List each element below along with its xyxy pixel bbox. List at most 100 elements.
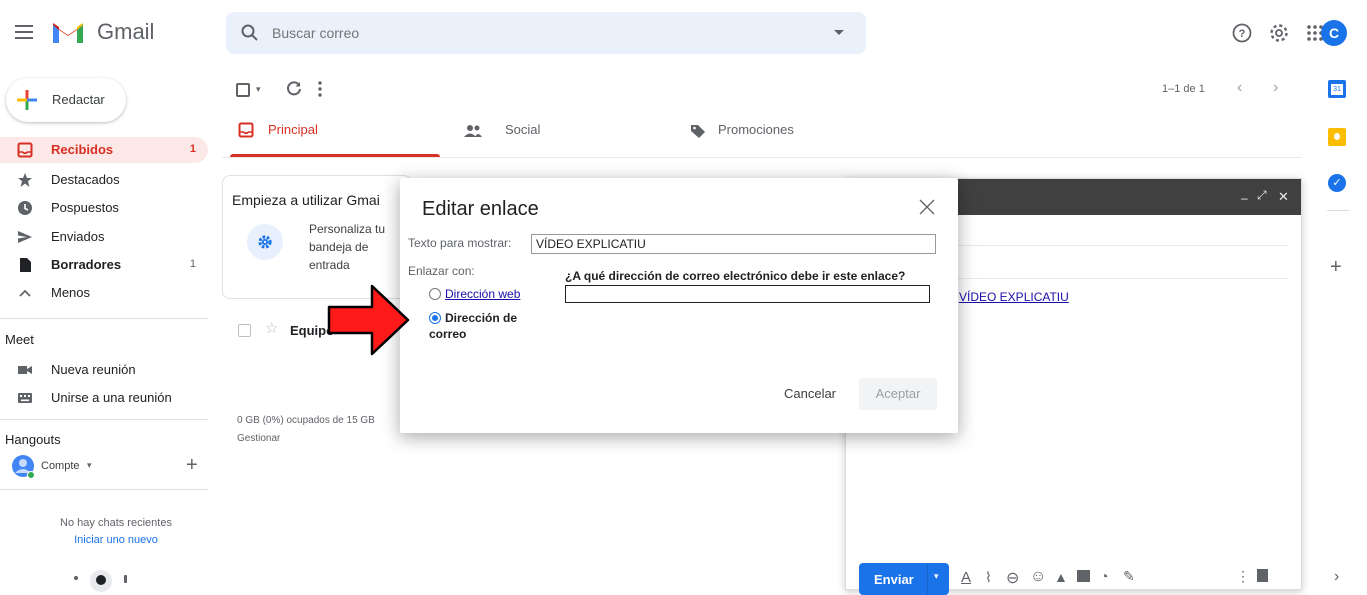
calendar-icon[interactable]: 31 bbox=[1328, 80, 1346, 98]
top-bar: Gmail ? C bbox=[0, 0, 1367, 64]
close-compose-icon[interactable]: ✕ bbox=[1278, 189, 1289, 205]
inbox-icon bbox=[238, 122, 254, 138]
pagination-text: 1–1 de 1 bbox=[1162, 83, 1205, 95]
meet-item-label: Unirse a una reunión bbox=[51, 390, 172, 405]
confidential-mode-icon[interactable]: ◔ bbox=[1100, 568, 1108, 584]
hangouts-user[interactable]: Compte bbox=[41, 460, 80, 472]
recipients-divider bbox=[958, 245, 1288, 246]
keep-icon[interactable] bbox=[1328, 128, 1346, 146]
meet-new-meeting[interactable]: Nueva reunión bbox=[0, 357, 208, 383]
chevron-up-icon bbox=[19, 289, 31, 297]
tab-social[interactable]: Social bbox=[460, 112, 670, 158]
cancel-button[interactable]: Cancelar bbox=[778, 378, 842, 410]
email-address-option-line2[interactable]: correo bbox=[429, 327, 466, 341]
email-address-input[interactable] bbox=[565, 285, 930, 303]
fullscreen-icon[interactable]: ⤢ bbox=[1257, 188, 1267, 203]
sidebar-item-snoozed[interactable]: Pospuestos bbox=[0, 195, 208, 221]
people-icon bbox=[464, 125, 482, 137]
caret-down-icon[interactable]: ▾ bbox=[87, 460, 92, 471]
sidebar-item-less[interactable]: Menos bbox=[0, 280, 208, 306]
accept-button[interactable]: Aceptar bbox=[859, 378, 937, 410]
sidebar-item-starred[interactable]: Destacados bbox=[0, 167, 208, 193]
search-options-icon[interactable] bbox=[834, 30, 844, 35]
help-icon[interactable]: ? bbox=[1231, 22, 1253, 44]
attach-icon[interactable]: ⌇ bbox=[985, 569, 992, 586]
emoji-icon[interactable]: ☺ bbox=[1030, 568, 1046, 586]
side-panel: 31 ✓ + › bbox=[1318, 64, 1367, 590]
hangouts-title: Hangouts bbox=[5, 432, 61, 447]
web-address-option[interactable]: Dirección web bbox=[445, 287, 520, 301]
tab-principal[interactable]: Principal bbox=[230, 112, 440, 158]
sidebar-item-inbox[interactable]: Recibidos 1 bbox=[0, 137, 208, 163]
star-icon bbox=[18, 173, 32, 187]
manage-storage-link[interactable]: Gestionar bbox=[237, 433, 280, 444]
signature-pen-icon[interactable]: ✎ bbox=[1123, 568, 1135, 585]
select-menu-caret-icon[interactable]: ▾ bbox=[256, 84, 261, 95]
body-link[interactable]: VÍDEO EXPLICATIU bbox=[959, 290, 1069, 304]
send-icon bbox=[18, 231, 32, 243]
personalize-line-1[interactable]: Personaliza tu bbox=[309, 222, 385, 236]
gmail-logo-icon[interactable] bbox=[51, 19, 85, 45]
phone-icon[interactable] bbox=[124, 575, 127, 583]
previous-page-icon[interactable]: ‹ bbox=[1237, 79, 1242, 97]
edit-link-dialog: Editar enlace Texto para mostrar: Enlaza… bbox=[400, 178, 958, 433]
minimize-icon[interactable]: – bbox=[1241, 191, 1248, 205]
discard-trash-icon[interactable] bbox=[1257, 569, 1268, 582]
add-chat-plus-icon[interactable]: + bbox=[186, 455, 198, 475]
more-vertical-icon[interactable] bbox=[316, 80, 324, 98]
search-bar[interactable] bbox=[226, 12, 866, 54]
account-avatar[interactable]: C bbox=[1321, 20, 1347, 46]
settings-gear-icon[interactable] bbox=[247, 224, 283, 260]
send-label: Enviar bbox=[874, 572, 914, 587]
getting-started-title: Empieza a utilizar Gmai bbox=[232, 192, 380, 208]
star-outline-icon[interactable]: ☆ bbox=[265, 319, 278, 337]
tag-icon bbox=[691, 125, 705, 138]
insert-photo-icon[interactable] bbox=[1077, 570, 1090, 582]
sidebar-item-drafts[interactable]: Borradores 1 bbox=[0, 252, 208, 278]
subject-divider bbox=[958, 278, 1288, 279]
video-camera-icon bbox=[18, 366, 32, 374]
more-options-icon[interactable]: ⋮ bbox=[1236, 568, 1250, 585]
meet-join-meeting[interactable]: Unirse a una reunión bbox=[0, 385, 208, 411]
no-chats-text: No hay chats recientes bbox=[60, 517, 172, 529]
email-address-radio[interactable] bbox=[429, 312, 441, 324]
display-text-input[interactable] bbox=[531, 234, 936, 254]
divider bbox=[0, 419, 208, 420]
personalize-line-3[interactable]: entrada bbox=[309, 258, 350, 272]
hangouts-avatar[interactable] bbox=[11, 454, 35, 479]
compose-button[interactable]: Redactar bbox=[6, 78, 126, 122]
user-avatar-icon bbox=[12, 455, 35, 479]
row-checkbox[interactable] bbox=[238, 324, 251, 337]
close-icon[interactable] bbox=[918, 198, 936, 216]
email-address-option-line1[interactable]: Dirección de bbox=[445, 311, 517, 325]
web-address-radio[interactable] bbox=[429, 288, 441, 300]
main-menu-icon[interactable] bbox=[14, 22, 34, 42]
search-icon[interactable] bbox=[240, 23, 260, 43]
text-format-icon[interactable]: A bbox=[961, 569, 971, 586]
send-button[interactable]: Enviar ▾ bbox=[859, 563, 949, 595]
clock-icon bbox=[18, 201, 32, 215]
refresh-icon[interactable] bbox=[285, 80, 303, 98]
hangouts-tab-icon[interactable] bbox=[90, 570, 112, 592]
sidebar-item-label: Destacados bbox=[51, 172, 120, 187]
tab-promotions[interactable]: Promociones bbox=[690, 112, 900, 158]
expand-panel-icon[interactable]: › bbox=[1334, 568, 1339, 586]
contacts-icon[interactable] bbox=[74, 576, 78, 580]
start-new-chat-link[interactable]: Iniciar uno nuevo bbox=[0, 534, 232, 546]
drive-icon[interactable]: ▲ bbox=[1054, 569, 1068, 585]
send-options-caret-icon[interactable]: ▾ bbox=[934, 571, 939, 582]
settings-gear-icon[interactable] bbox=[1268, 22, 1290, 44]
inbox-icon bbox=[17, 142, 33, 158]
compose-formatting-toolbar: A ⌇ ⊖ ☺ ▲ ◔ ✎ ⋮ bbox=[961, 568, 1301, 589]
select-all-checkbox[interactable] bbox=[236, 83, 250, 97]
get-addons-plus-icon[interactable]: + bbox=[1330, 257, 1342, 277]
personalize-line-2[interactable]: bandeja de bbox=[309, 240, 368, 254]
tasks-icon[interactable]: ✓ bbox=[1328, 174, 1346, 192]
next-page-icon[interactable]: › bbox=[1273, 79, 1278, 97]
sidebar-item-label: Pospuestos bbox=[51, 200, 119, 215]
keyboard-icon bbox=[18, 393, 32, 403]
search-input[interactable] bbox=[272, 22, 792, 44]
plus-icon bbox=[17, 90, 37, 110]
sidebar-item-sent[interactable]: Enviados bbox=[0, 224, 208, 250]
insert-link-icon[interactable]: ⊖ bbox=[1006, 568, 1019, 588]
